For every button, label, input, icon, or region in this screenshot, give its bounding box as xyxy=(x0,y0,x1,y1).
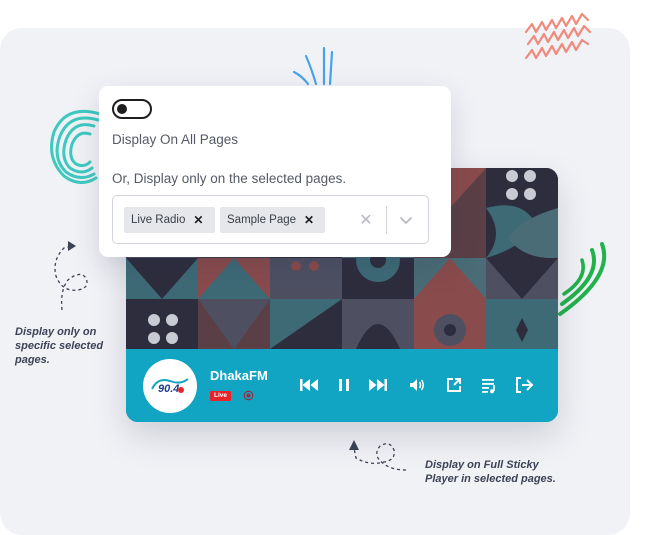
popout-icon xyxy=(447,378,461,392)
annotation-bottom-line-2: Player in selected pages. xyxy=(425,473,556,485)
annotation-left-line-2: specific selected xyxy=(15,340,104,352)
close-player-button[interactable] xyxy=(514,374,536,396)
remove-chip-icon[interactable]: ✕ xyxy=(304,213,314,227)
green-arc-scribble xyxy=(558,242,607,316)
record-icon xyxy=(243,390,254,401)
display-all-pages-label: Display On All Pages xyxy=(112,132,239,147)
station-logo: 90.4 xyxy=(143,359,197,413)
selected-page-chip: Live Radio ✕ xyxy=(124,207,215,233)
live-badge: Live xyxy=(210,391,232,401)
previous-icon xyxy=(300,379,318,391)
pages-multiselect[interactable]: Live Radio ✕ Sample Page ✕ ✕ xyxy=(112,195,429,244)
player-control-bar: 90.4 DhakaFM Live xyxy=(126,349,558,422)
annotation-left-line-1: Display only on xyxy=(15,326,97,338)
chevron-down-icon[interactable] xyxy=(398,212,414,228)
display-selected-pages-label: Or, Display only on the selected pages. xyxy=(112,171,347,186)
toggle-knob xyxy=(117,104,127,114)
previous-button[interactable] xyxy=(298,374,320,396)
display-settings-card: Display On All Pages Or, Display only on… xyxy=(99,86,451,257)
playlist-icon xyxy=(482,379,495,394)
next-icon xyxy=(369,379,387,391)
coral-zigzag-scribble xyxy=(524,12,592,60)
canvas: Display only on specific selected pages.… xyxy=(0,0,667,535)
blue-lines-scribble xyxy=(292,46,334,86)
close-player-icon xyxy=(516,377,534,393)
dashed-arrow-bottom xyxy=(349,440,407,471)
dashed-arrow-left xyxy=(54,241,88,311)
pause-icon xyxy=(339,379,349,391)
chip-label: Live Radio xyxy=(131,214,186,226)
remove-chip-icon[interactable]: ✕ xyxy=(193,213,203,227)
next-button[interactable] xyxy=(367,374,389,396)
pause-button[interactable] xyxy=(333,374,355,396)
annotation-left-line-3: pages. xyxy=(15,354,50,366)
annotation-bottom: Display on Full Sticky Player in selecte… xyxy=(425,458,556,486)
svg-text:90.4: 90.4 xyxy=(158,383,179,395)
radio-logo-icon: 90.4 xyxy=(151,378,189,395)
annotation-bottom-line-1: Display on Full Sticky xyxy=(425,459,539,471)
volume-button[interactable] xyxy=(406,374,428,396)
divider xyxy=(386,206,387,234)
popout-button[interactable] xyxy=(443,374,465,396)
selected-page-chip: Sample Page ✕ xyxy=(220,207,325,233)
volume-icon xyxy=(410,379,424,391)
display-all-pages-toggle[interactable] xyxy=(112,99,152,119)
chip-label: Sample Page xyxy=(227,214,297,226)
station-name: DhakaFM xyxy=(210,368,268,383)
annotation-left: Display only on specific selected pages. xyxy=(15,325,103,367)
clear-all-icon[interactable]: ✕ xyxy=(358,210,374,230)
playlist-button[interactable] xyxy=(478,374,500,396)
